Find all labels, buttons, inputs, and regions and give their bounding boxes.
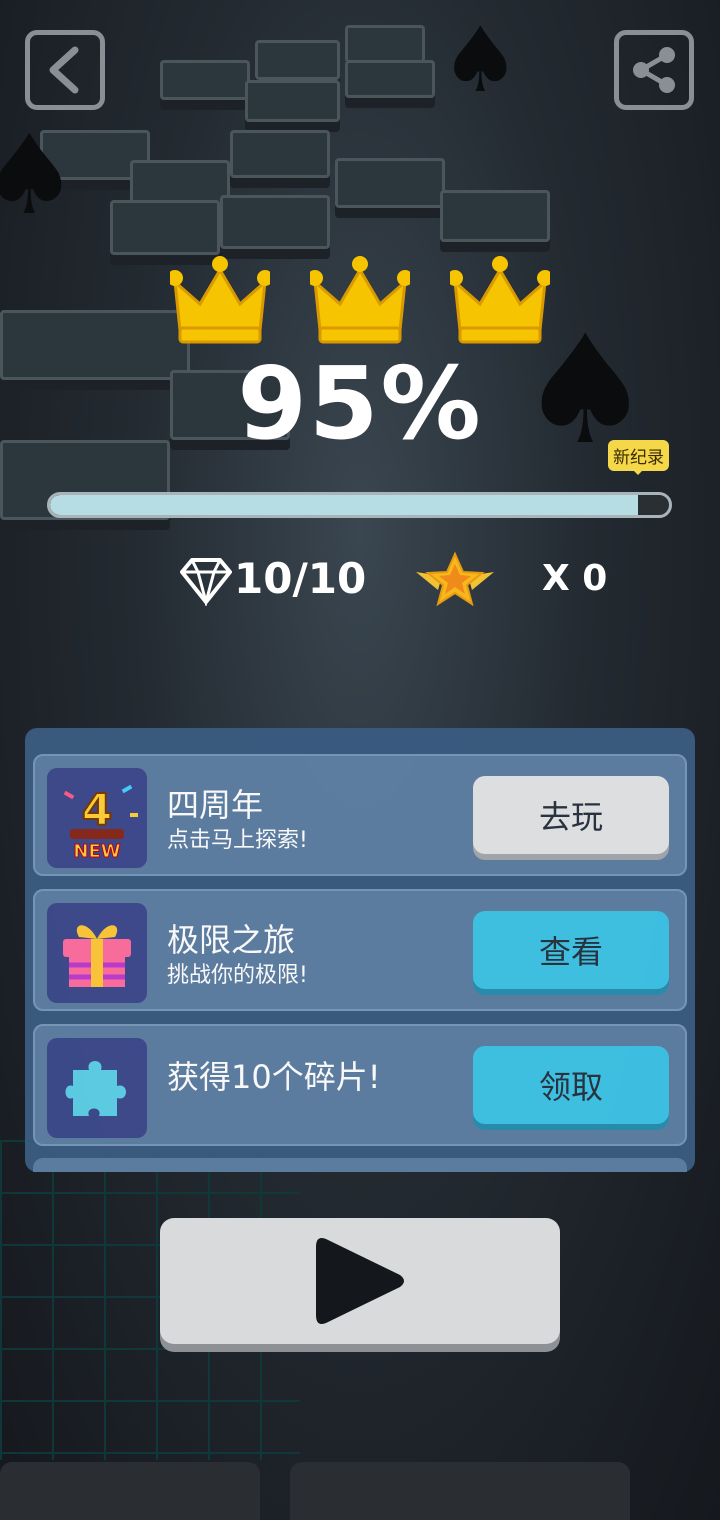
crown-rating [170,252,550,352]
next-task-peek [33,1158,687,1172]
gift-thumbnail [47,903,147,1003]
task-title: 获得10个碎片! [167,1058,381,1096]
crown-icon [170,256,270,344]
task-subtitle: 挑战你的极限! [167,963,308,988]
back-button[interactable] [25,30,105,110]
task-title: 四周年 [167,786,264,824]
anniversary-icon: 4 NEW [63,784,138,863]
puzzle-icon [65,1061,126,1116]
level-stats: 10/10 X 0 [0,550,720,610]
share-icon [633,47,675,93]
star-count: X 0 [542,558,608,599]
play-button[interactable] [160,1218,560,1344]
progress-bar [47,492,672,518]
crown-icon [310,256,410,344]
back-arrow-icon [49,46,79,94]
view-challenge-button[interactable]: 查看 [473,911,669,989]
play-anniversary-button[interactable]: 去玩 [473,776,669,854]
anniversary-thumbnail: 4 NEW [47,768,147,868]
task-row: 获得10个碎片! 领取 [33,1024,687,1146]
diamond-icon [180,558,232,606]
progress-fill [50,495,639,515]
play-icon [316,1238,404,1324]
new-record-badge: 新纪录 [608,440,669,475]
winged-star-icon [416,551,494,607]
task-panel: 4 NEW 四周年 点击马上探索! 去玩 极限之旅 挑战你的极限! 查看 获得1… [25,728,695,1172]
claim-shards-button[interactable]: 领取 [473,1046,669,1124]
share-button[interactable] [614,30,694,110]
svg-text:NEW: NEW [73,841,120,862]
crown-icon [450,256,550,344]
gift-icon [63,925,131,987]
task-subtitle: 点击马上探索! [167,828,308,853]
task-title: 极限之旅 [167,921,296,959]
svg-text:4: 4 [82,785,113,836]
puzzle-thumbnail [47,1038,147,1138]
diamond-count: 10/10 [234,554,367,603]
task-row: 极限之旅 挑战你的极限! 查看 [33,889,687,1011]
task-row: 4 NEW 四周年 点击马上探索! 去玩 [33,754,687,876]
